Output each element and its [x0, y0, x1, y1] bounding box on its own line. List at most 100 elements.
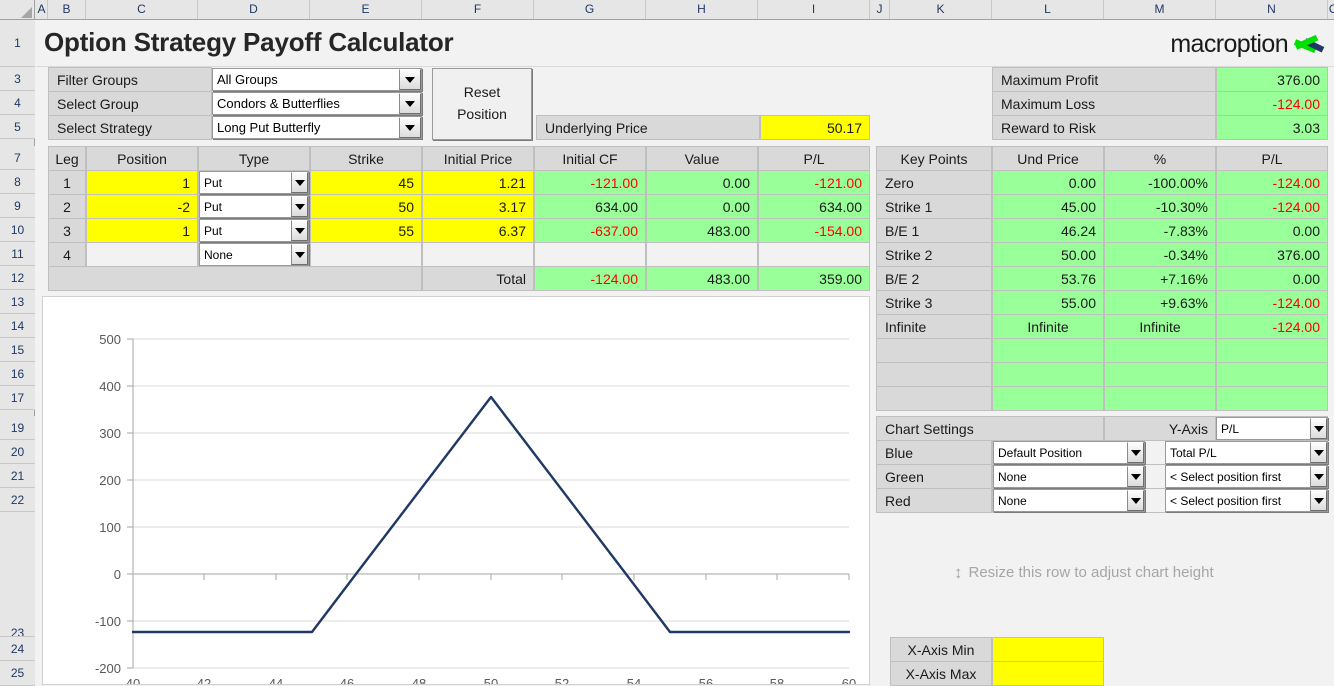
chevron-down-icon[interactable] [291, 196, 308, 217]
series-metric-value: Total P/L [1170, 445, 1217, 460]
legs-header-leg: Leg [48, 146, 86, 171]
column-header-K[interactable]: K [890, 0, 992, 19]
row-header-25[interactable]: 25 [0, 661, 35, 686]
row-header-22[interactable]: 22 [0, 488, 35, 512]
row-header-label: 21 [10, 469, 25, 483]
keypoint-pl: -124.00 [1216, 194, 1328, 219]
row-header-17[interactable]: 17 [0, 386, 35, 410]
row-header-16[interactable]: 16 [0, 362, 35, 386]
leg-strike-input[interactable]: 55 [310, 218, 422, 243]
row-header-10[interactable]: 10 [0, 218, 35, 242]
row-header-13[interactable]: 13 [0, 290, 35, 314]
series-metric-dropdown-blue[interactable]: Total P/L [1165, 441, 1328, 464]
leg-strike-input[interactable]: 50 [310, 194, 422, 219]
leg-type-dropdown-3[interactable]: Put [199, 219, 309, 242]
row-header-1[interactable]: 1 [0, 20, 35, 67]
leg-initial-price-input[interactable] [422, 242, 534, 267]
chevron-down-icon[interactable] [1310, 466, 1327, 487]
row-header-11[interactable]: 11 [0, 242, 35, 266]
chevron-down-icon[interactable] [1127, 442, 1144, 463]
x-axis-max-input[interactable] [992, 661, 1104, 686]
select-strategy-dropdown[interactable]: Long Put Butterfly [212, 116, 422, 139]
row-header-20[interactable]: 20 [0, 440, 35, 464]
leg-strike-input[interactable]: 45 [310, 170, 422, 195]
column-header-D[interactable]: D [198, 0, 310, 19]
row-header-24[interactable]: 24 [0, 637, 35, 661]
column-header-I[interactable]: I [758, 0, 870, 19]
column-header-J[interactable]: J [870, 0, 890, 19]
leg-type-value: None [204, 247, 233, 262]
column-header-E[interactable]: E [310, 0, 422, 19]
column-header-L[interactable]: L [992, 0, 1104, 19]
row-header-3[interactable]: 3 [0, 67, 35, 91]
row-header-4[interactable]: 4 [0, 91, 35, 115]
row-header-21[interactable]: 21 [0, 464, 35, 488]
row-header-19[interactable]: 19 [0, 416, 35, 440]
chevron-down-icon[interactable] [399, 117, 421, 138]
row-header-8[interactable]: 8 [0, 170, 35, 194]
row-header-23[interactable]: 23 [0, 512, 35, 637]
chevron-down-icon[interactable] [1310, 442, 1327, 463]
row-header-14[interactable]: 14 [0, 314, 35, 338]
leg-initial-price-input[interactable]: 1.21 [422, 170, 534, 195]
keypoint-pl: -124.00 [1216, 290, 1328, 315]
chevron-down-icon[interactable] [1127, 490, 1144, 511]
column-header-F[interactable]: F [422, 0, 534, 19]
chevron-down-icon[interactable] [1310, 490, 1327, 511]
filter-groups-dropdown[interactable]: All Groups [212, 68, 422, 91]
x-axis-min-input[interactable] [992, 637, 1104, 662]
reward-to-risk-value: 3.03 [1216, 115, 1328, 140]
row-header-5[interactable]: 5 [0, 115, 35, 139]
series-metric-dropdown-green[interactable]: < Select position first [1165, 465, 1328, 488]
row-header-7[interactable]: 7 [0, 146, 35, 170]
column-header-G[interactable]: G [534, 0, 646, 19]
underlying-price-input[interactable]: 50.17 [760, 115, 870, 140]
chevron-down-icon[interactable] [1310, 418, 1327, 439]
svg-text:200: 200 [99, 473, 121, 488]
select-group-dropdown[interactable]: Condors & Butterflies [212, 92, 422, 115]
leg-position-input[interactable]: 1 [86, 218, 198, 243]
payoff-chart[interactable]: 500 400 300 200 100 0 -100 -200 40 42 44… [42, 296, 870, 685]
row-header-12[interactable]: 12 [0, 266, 35, 290]
column-header-C[interactable]: C [86, 0, 198, 19]
keypoint-label [876, 338, 992, 363]
leg-position-input[interactable]: 1 [86, 170, 198, 195]
reset-position-button[interactable]: Reset Position [432, 68, 532, 140]
series-position-dropdown-green[interactable]: None [993, 465, 1145, 488]
leg-initial-price-input[interactable]: 6.37 [422, 218, 534, 243]
leg-position-input[interactable] [86, 242, 198, 267]
column-header-O[interactable]: O [1328, 0, 1334, 19]
select-all-triangle-icon [21, 7, 32, 18]
column-header-M[interactable]: M [1104, 0, 1216, 19]
keypoint-und-price: 55.00 [992, 290, 1104, 315]
leg-initial-cf: 634.00 [534, 194, 646, 219]
series-position-dropdown-blue[interactable]: Default Position [993, 441, 1145, 464]
row-header-15[interactable]: 15 [0, 338, 35, 362]
column-header-H[interactable]: H [646, 0, 758, 19]
row-header-9[interactable]: 9 [0, 194, 35, 218]
chevron-down-icon[interactable] [399, 69, 421, 90]
leg-type-dropdown-2[interactable]: Put [199, 195, 309, 218]
column-header-B[interactable]: B [48, 0, 86, 19]
legs-total-spacer [48, 266, 422, 291]
yaxis-dropdown[interactable]: P/L [1216, 417, 1328, 440]
chevron-down-icon[interactable] [399, 93, 421, 114]
leg-strike-input[interactable] [310, 242, 422, 267]
leg-initial-price-input[interactable]: 3.17 [422, 194, 534, 219]
select-strategy-value: Long Put Butterfly [217, 120, 321, 135]
select-all-corner[interactable] [0, 0, 35, 19]
chevron-down-icon[interactable] [291, 172, 308, 193]
series-position-value: None [998, 469, 1027, 484]
leg-type-dropdown-4[interactable]: None [199, 243, 309, 266]
chevron-down-icon[interactable] [291, 244, 308, 265]
leg-position-input[interactable]: -2 [86, 194, 198, 219]
series-metric-dropdown-red[interactable]: < Select position first [1165, 489, 1328, 512]
column-header-A[interactable]: A [36, 0, 48, 19]
chevron-down-icon[interactable] [1127, 466, 1144, 487]
leg-type-dropdown-1[interactable]: Put [199, 171, 309, 194]
series-position-dropdown-red[interactable]: None [993, 489, 1145, 512]
row-header-label: 13 [10, 295, 25, 309]
leg-value: 0.00 [646, 194, 758, 219]
column-header-N[interactable]: N [1216, 0, 1328, 19]
chevron-down-icon[interactable] [291, 220, 308, 241]
